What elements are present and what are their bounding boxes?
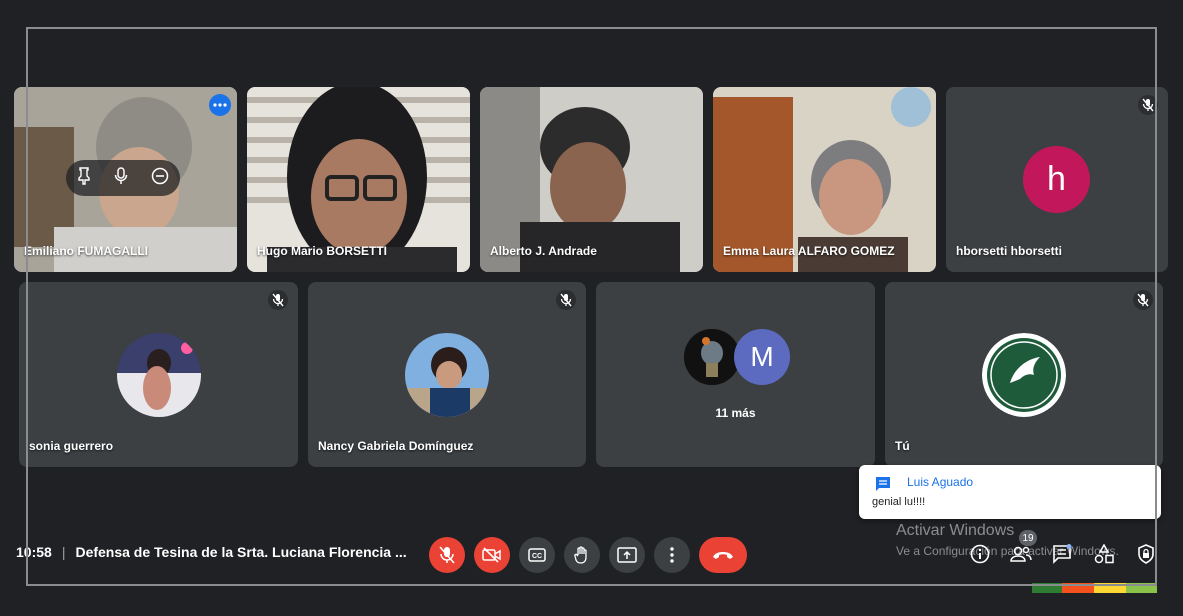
mic-off-icon xyxy=(560,293,572,307)
chat-bubble-icon xyxy=(876,477,890,491)
leave-call-button[interactable] xyxy=(699,537,747,573)
meeting-details-button[interactable] xyxy=(968,542,992,566)
chat-icon xyxy=(1053,544,1072,564)
more-options-button[interactable] xyxy=(209,94,231,116)
avatar-photo xyxy=(405,333,489,417)
avatar xyxy=(405,333,489,417)
participant-tile-hborsetti[interactable]: h hborsetti hborsetti xyxy=(946,87,1168,272)
people-icon xyxy=(1010,546,1032,562)
remove-icon xyxy=(151,167,168,184)
more-vert-icon xyxy=(670,547,674,563)
participant-name: Emma Laura ALFARO GOMEZ xyxy=(723,244,895,258)
chat-button[interactable] xyxy=(1050,542,1074,566)
participant-name: Nancy Gabriela Domínguez xyxy=(318,439,474,453)
muted-indicator xyxy=(268,290,288,310)
avatar-photo xyxy=(684,329,740,385)
meeting-title: Defensa de Tesina de la Srta. Luciana Fl… xyxy=(75,544,407,560)
bottom-bar: 10:58 | Defensa de Tesina de la Srta. Luci… xyxy=(0,530,1183,578)
meeting-info: 10:58 | Defensa de Tesina de la Srta. Luci… xyxy=(16,544,407,560)
captions-button[interactable]: CC xyxy=(519,537,555,573)
participant-name: Alberto J. Andrade xyxy=(490,244,597,258)
avatar: h xyxy=(1023,146,1090,213)
separator: | xyxy=(61,544,66,560)
others-count: 11 más xyxy=(715,406,756,420)
color-strip-green xyxy=(1032,583,1062,593)
others-tile[interactable]: M 11 más xyxy=(596,282,875,467)
color-strip-lime xyxy=(1126,583,1157,593)
mic-off-icon xyxy=(439,546,455,564)
more-options-button[interactable] xyxy=(654,537,690,573)
participant-tile-sonia[interactable]: sonia guerrero xyxy=(19,282,298,467)
pin-icon xyxy=(78,166,91,185)
raise-hand-icon xyxy=(574,546,587,564)
mic-button[interactable] xyxy=(114,166,128,190)
muted-indicator xyxy=(1138,95,1158,115)
participant-name: hborsetti hborsetti xyxy=(956,244,1063,258)
people-count-badge: 19 xyxy=(1019,530,1037,546)
camera-off-icon xyxy=(482,547,501,563)
meeting-time: 10:58 xyxy=(16,544,52,560)
participant-name: Emiliano FUMAGALLI xyxy=(24,244,148,258)
avatar-letter: h xyxy=(1047,160,1066,198)
captions-icon: CC xyxy=(528,548,546,562)
mic-off-icon xyxy=(272,293,284,307)
remove-button[interactable] xyxy=(151,167,169,190)
participant-tile-hugo[interactable]: Hugo Mario BORSETTI xyxy=(247,87,470,272)
lock-icon xyxy=(1138,544,1154,564)
pin-button[interactable] xyxy=(77,166,91,190)
present-icon xyxy=(617,547,637,563)
avatar-photo xyxy=(117,333,201,417)
chat-sender: Luis Aguado xyxy=(907,475,974,489)
avatar-letter: M xyxy=(750,341,774,372)
muted-indicator xyxy=(1133,290,1153,310)
hangup-icon xyxy=(713,552,733,559)
participant-tile-emiliano[interactable]: Emiliano FUMAGALLI xyxy=(14,87,237,272)
color-strip-orange xyxy=(1062,583,1094,593)
raise-hand-button[interactable] xyxy=(564,537,600,573)
participant-tile-nancy[interactable]: Nancy Gabriela Domínguez xyxy=(308,282,586,467)
info-icon xyxy=(970,544,990,564)
mic-off-icon xyxy=(1142,98,1154,112)
host-controls-button[interactable] xyxy=(1134,542,1158,566)
activities-icon xyxy=(1094,544,1114,564)
avatar: M xyxy=(734,329,790,385)
avatar xyxy=(982,333,1066,417)
mic-off-icon xyxy=(1137,293,1149,307)
activities-button[interactable] xyxy=(1092,542,1116,566)
chat-notification[interactable]: Luis Aguado genial lu!!!! xyxy=(859,465,1161,519)
more-options-icon xyxy=(213,103,227,107)
mic-icon xyxy=(114,166,128,184)
avatar-logo xyxy=(982,333,1066,417)
tile-hover-controls xyxy=(66,160,180,196)
participant-tile-alberto[interactable]: Alberto J. Andrade xyxy=(480,87,703,272)
participant-tile-self[interactable]: Tú xyxy=(885,282,1163,467)
participant-name: Tú xyxy=(895,439,910,453)
participant-name: sonia guerrero xyxy=(29,439,114,453)
svg-text:CC: CC xyxy=(532,553,542,560)
participant-name: Hugo Mario BORSETTI xyxy=(257,244,387,258)
color-strip-yellow xyxy=(1094,583,1126,593)
chat-message: genial lu!!!! xyxy=(872,496,926,508)
muted-indicator xyxy=(556,290,576,310)
camera-toggle-button[interactable] xyxy=(474,537,510,573)
mic-toggle-button[interactable] xyxy=(429,537,465,573)
avatar xyxy=(684,329,740,385)
avatar xyxy=(117,333,201,417)
present-button[interactable] xyxy=(609,537,645,573)
participant-tile-emma[interactable]: Emma Laura ALFARO GOMEZ xyxy=(713,87,936,272)
